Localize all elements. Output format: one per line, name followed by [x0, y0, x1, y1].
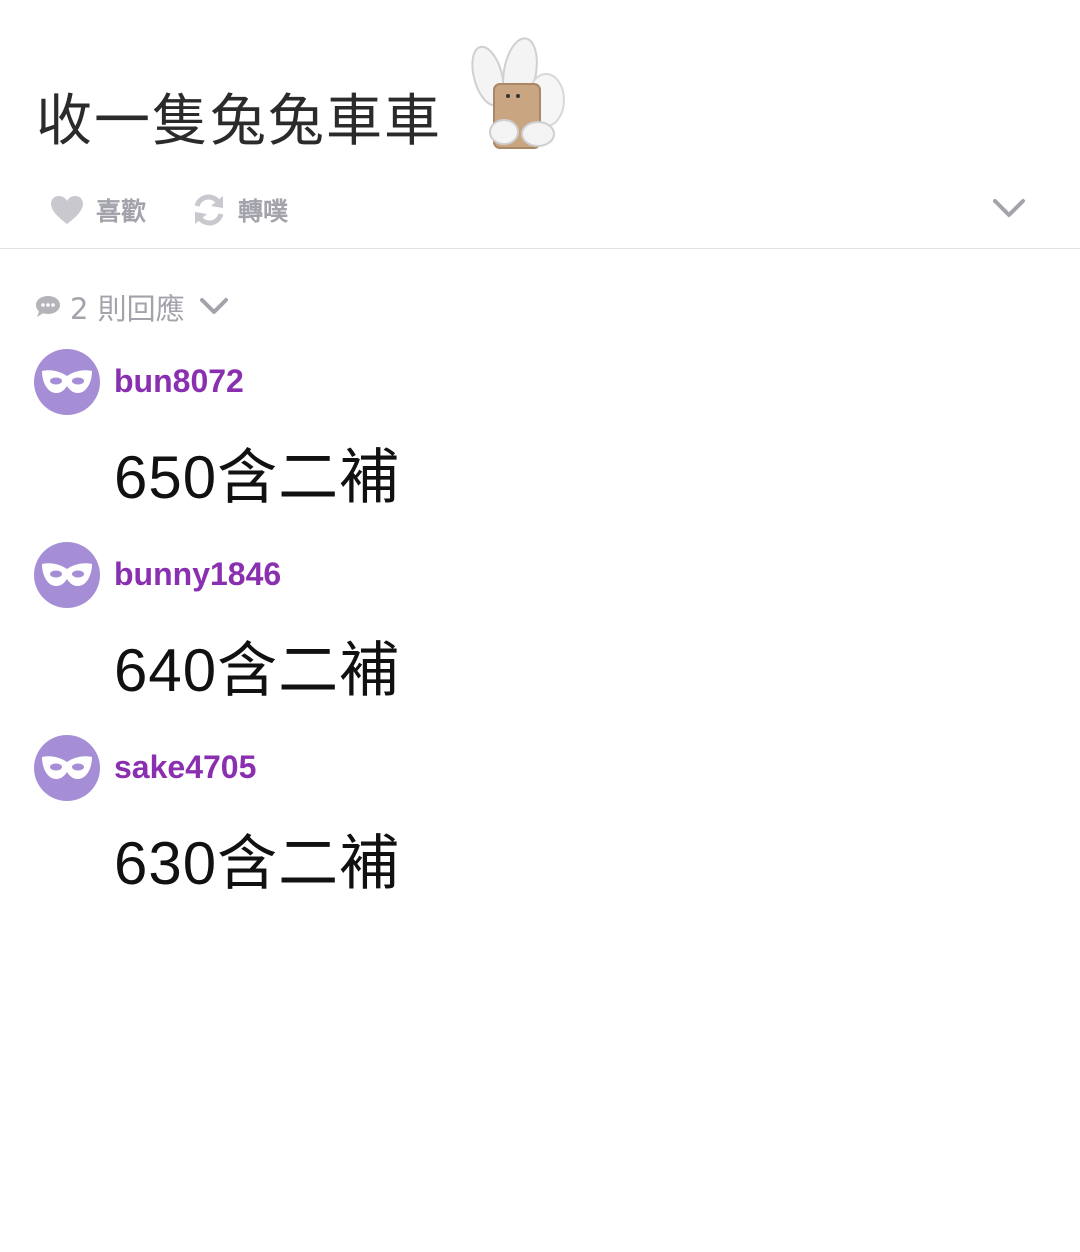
- response-content: 640含二補: [114, 637, 401, 704]
- avatar[interactable]: [34, 349, 100, 415]
- refresh-icon: [194, 194, 224, 226]
- response-content: 650含二補: [114, 444, 401, 511]
- post-header: 收一隻兔兔車車: [36, 36, 1036, 186]
- avatar[interactable]: [34, 542, 100, 608]
- bunny-sticker: [471, 37, 565, 149]
- chevron-down-icon: [199, 298, 228, 314]
- replurk-button[interactable]: 轉噗: [192, 192, 288, 228]
- username-link[interactable]: bunny1846: [114, 556, 281, 593]
- like-label: 喜歡: [96, 197, 147, 226]
- avatar[interactable]: [34, 735, 100, 801]
- responses-toggle[interactable]: 2 則回應: [34, 286, 229, 328]
- mask-icon: [42, 370, 92, 393]
- username-link[interactable]: bun8072: [114, 363, 244, 400]
- mask-icon: [42, 563, 92, 586]
- responses-count: 2 則回應: [70, 292, 185, 326]
- response-content: 630含二補: [114, 830, 401, 897]
- replurk-label: 轉噗: [238, 197, 289, 226]
- chevron-down-icon[interactable]: [992, 198, 1026, 220]
- speech-bubble-icon: [36, 296, 60, 317]
- action-bar: 喜歡 轉噗: [0, 186, 1080, 249]
- mask-icon: [42, 756, 92, 779]
- post-title: 收一隻兔兔車車: [36, 89, 442, 154]
- heart-icon: [51, 196, 83, 224]
- username-link[interactable]: sake4705: [114, 749, 256, 786]
- like-button[interactable]: 喜歡: [50, 192, 146, 228]
